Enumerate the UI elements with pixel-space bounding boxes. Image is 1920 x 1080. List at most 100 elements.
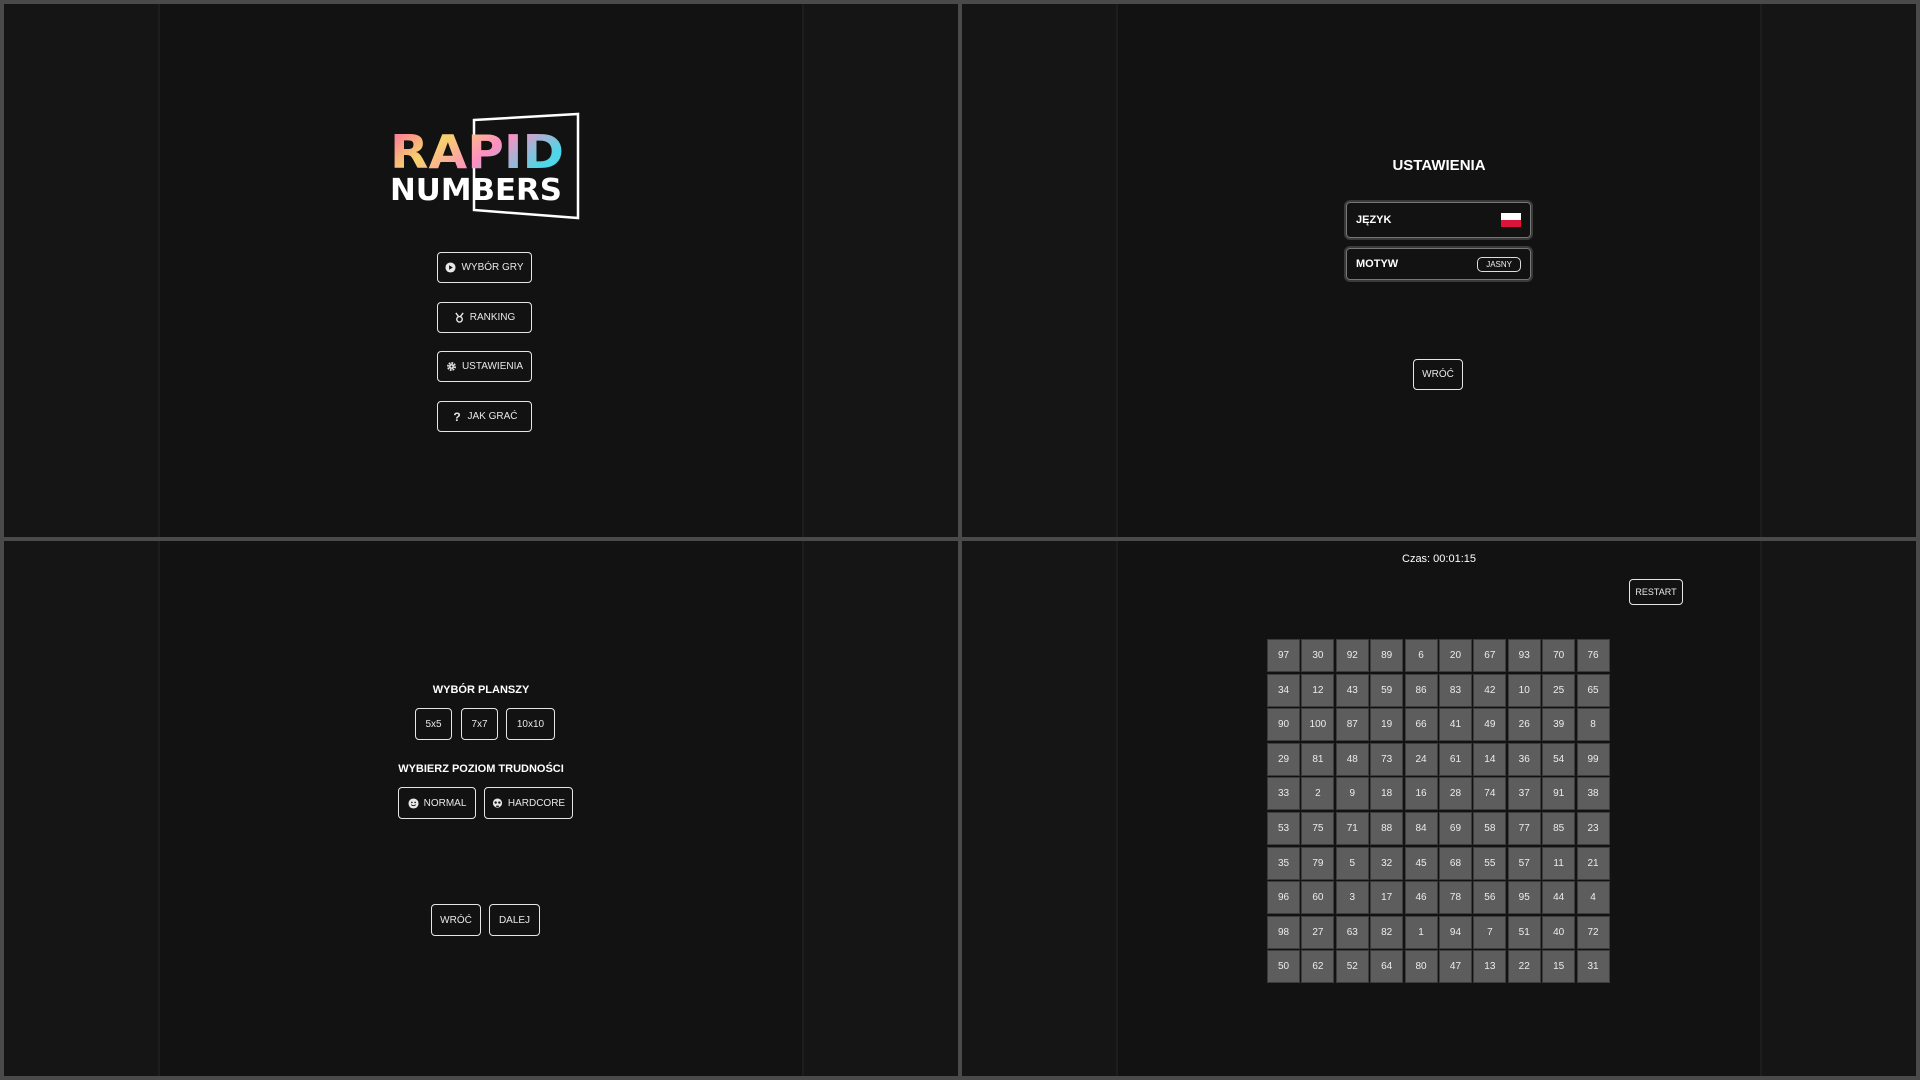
grid-cell[interactable]: 32 [1370,846,1404,880]
grid-cell[interactable]: 85 [1542,811,1576,845]
grid-cell[interactable]: 15 [1542,950,1576,984]
grid-cell[interactable]: 98 [1267,915,1300,949]
grid-cell[interactable]: 60 [1301,881,1335,915]
grid-cell[interactable]: 48 [1335,742,1369,776]
grid-cell[interactable]: 10 [1507,673,1541,707]
grid-cell[interactable]: 67 [1473,639,1507,672]
grid-cell[interactable]: 96 [1267,881,1300,915]
grid-cell[interactable]: 8 [1576,708,1610,742]
grid-cell[interactable]: 61 [1438,742,1472,776]
grid-cell[interactable]: 69 [1438,811,1472,845]
grid-cell[interactable]: 35 [1267,846,1300,880]
grid-cell[interactable]: 31 [1576,950,1610,984]
grid-cell[interactable]: 90 [1267,708,1300,742]
grid-cell[interactable]: 18 [1370,777,1404,811]
grid-cell[interactable]: 80 [1404,950,1438,984]
grid-cell[interactable]: 33 [1267,777,1300,811]
grid-cell[interactable]: 23 [1576,811,1610,845]
grid-cell[interactable]: 83 [1438,673,1472,707]
grid-cell[interactable]: 99 [1576,742,1610,776]
grid-cell[interactable]: 20 [1438,639,1472,672]
grid-cell[interactable]: 2 [1301,777,1335,811]
grid-cell[interactable]: 58 [1473,811,1507,845]
grid-cell[interactable]: 22 [1507,950,1541,984]
grid-cell[interactable]: 72 [1576,915,1610,949]
grid-cell[interactable]: 43 [1335,673,1369,707]
grid-cell[interactable]: 29 [1267,742,1300,776]
grid-cell[interactable]: 38 [1576,777,1610,811]
grid-cell[interactable]: 75 [1301,811,1335,845]
grid-cell[interactable]: 70 [1542,639,1576,672]
grid-cell[interactable]: 92 [1335,639,1369,672]
grid-cell[interactable]: 17 [1370,881,1404,915]
grid-cell[interactable]: 89 [1370,639,1404,672]
game-select-button[interactable]: WYBÓR GRY [437,252,532,283]
back-button[interactable]: WRÓĆ [431,904,481,936]
grid-cell[interactable]: 49 [1473,708,1507,742]
grid-cell[interactable]: 44 [1542,881,1576,915]
grid-cell[interactable]: 62 [1301,950,1335,984]
grid-cell[interactable]: 91 [1542,777,1576,811]
grid-cell[interactable]: 42 [1473,673,1507,707]
grid-cell[interactable]: 5 [1335,846,1369,880]
grid-cell[interactable]: 55 [1473,846,1507,880]
grid-cell[interactable]: 45 [1404,846,1438,880]
grid-cell[interactable]: 14 [1473,742,1507,776]
back-button[interactable]: WRÓĆ [1413,359,1463,390]
hardcore-difficulty-button[interactable]: HARDCORE [484,787,573,819]
grid-cell[interactable]: 37 [1507,777,1541,811]
grid-cell[interactable]: 86 [1404,673,1438,707]
grid-cell[interactable]: 56 [1473,881,1507,915]
grid-cell[interactable]: 27 [1301,915,1335,949]
grid-cell[interactable]: 50 [1267,950,1300,984]
grid-cell[interactable]: 28 [1438,777,1472,811]
grid-cell[interactable]: 65 [1576,673,1610,707]
ranking-button[interactable]: RANKING [437,302,532,333]
how-to-play-button[interactable]: ? JAK GRAĆ [437,401,532,432]
grid-cell[interactable]: 93 [1507,639,1541,672]
grid-cell[interactable]: 88 [1370,811,1404,845]
grid-cell[interactable]: 82 [1370,915,1404,949]
grid-cell[interactable]: 47 [1438,950,1472,984]
poland-flag-icon[interactable] [1501,213,1521,227]
grid-cell[interactable]: 57 [1507,846,1541,880]
grid-cell[interactable]: 12 [1301,673,1335,707]
restart-button[interactable]: RESTART [1629,579,1683,605]
grid-cell[interactable]: 84 [1404,811,1438,845]
theme-toggle[interactable]: JASNY [1477,256,1521,272]
grid-cell[interactable]: 9 [1335,777,1369,811]
grid-cell[interactable]: 71 [1335,811,1369,845]
grid-cell[interactable]: 68 [1438,846,1472,880]
grid-cell[interactable]: 52 [1335,950,1369,984]
grid-cell[interactable]: 4 [1576,881,1610,915]
settings-button[interactable]: USTAWIENIA [437,351,532,382]
grid-cell[interactable]: 81 [1301,742,1335,776]
board-5x5-button[interactable]: 5x5 [415,708,452,740]
grid-cell[interactable]: 46 [1404,881,1438,915]
grid-cell[interactable]: 19 [1370,708,1404,742]
grid-cell[interactable]: 39 [1542,708,1576,742]
grid-cell[interactable]: 97 [1267,639,1300,672]
grid-cell[interactable]: 87 [1335,708,1369,742]
grid-cell[interactable]: 21 [1576,846,1610,880]
grid-cell[interactable]: 63 [1335,915,1369,949]
grid-cell[interactable]: 100 [1301,708,1335,742]
grid-cell[interactable]: 95 [1507,881,1541,915]
grid-cell[interactable]: 6 [1404,639,1438,672]
grid-cell[interactable]: 3 [1335,881,1369,915]
grid-cell[interactable]: 76 [1576,639,1610,672]
grid-cell[interactable]: 53 [1267,811,1300,845]
theme-setting[interactable]: MOTYW JASNY [1344,246,1533,282]
grid-cell[interactable]: 34 [1267,673,1300,707]
grid-cell[interactable]: 66 [1404,708,1438,742]
grid-cell[interactable]: 24 [1404,742,1438,776]
grid-cell[interactable]: 79 [1301,846,1335,880]
grid-cell[interactable]: 54 [1542,742,1576,776]
grid-cell[interactable]: 26 [1507,708,1541,742]
grid-cell[interactable]: 74 [1473,777,1507,811]
grid-cell[interactable]: 36 [1507,742,1541,776]
grid-cell[interactable]: 94 [1438,915,1472,949]
grid-cell[interactable]: 64 [1370,950,1404,984]
grid-cell[interactable]: 41 [1438,708,1472,742]
grid-cell[interactable]: 78 [1438,881,1472,915]
